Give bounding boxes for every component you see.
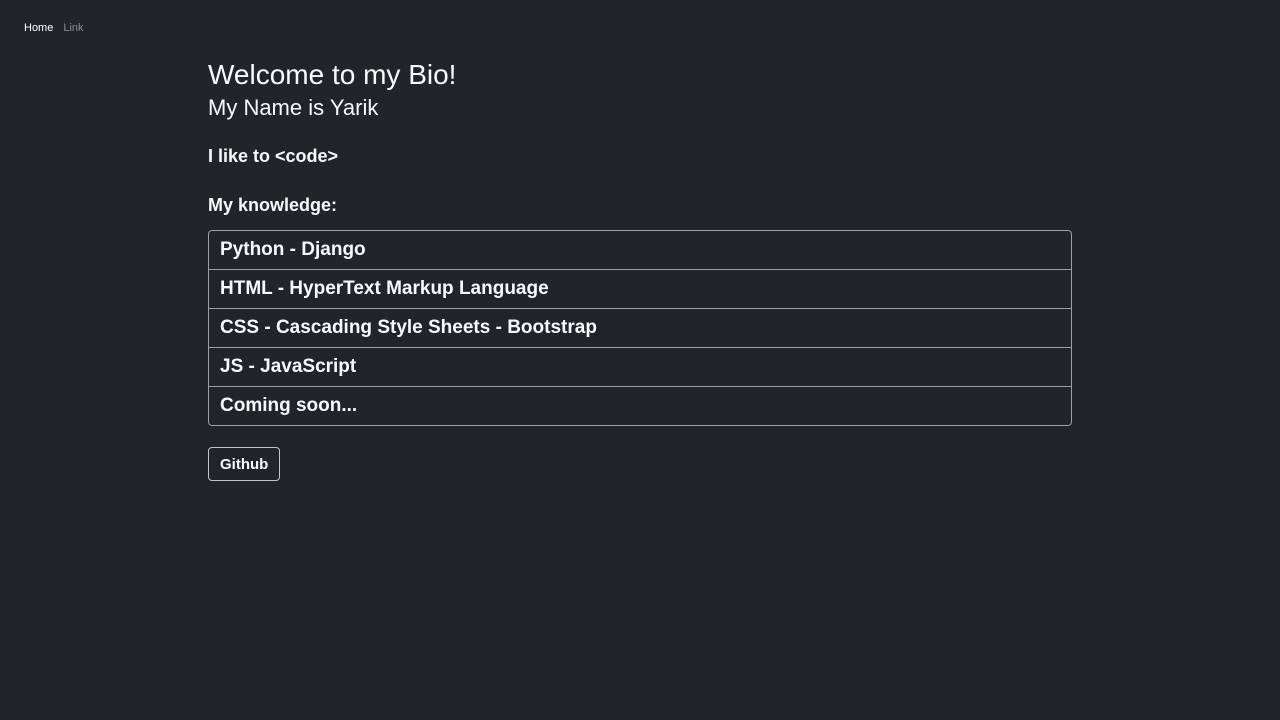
nav-home-link[interactable]: Home [24,22,53,34]
github-button[interactable]: Github [208,447,281,481]
knowledge-item-html: HTML - HyperText Markup Language [209,270,1071,309]
knowledge-item-css: CSS - Cascading Style Sheets - Bootstrap [209,309,1071,348]
knowledge-item-js: JS - JavaScript [209,348,1071,387]
knowledge-heading: My knowledge: [208,195,338,215]
name-subtitle: My Name is Yarik [208,95,379,120]
top-nav: Home Link [24,22,84,34]
bio-container: Welcome to my Bio! My Name is Yarik I li… [208,58,1072,481]
knowledge-item-python: Python - Django [209,231,1071,270]
knowledge-item-coming-soon: Coming soon... [220,395,358,416]
page-title: Welcome to my Bio! [208,59,457,90]
knowledge-list: Python - Django HTML - HyperText Markup … [208,230,1072,426]
likes-text: I like to <code> [208,146,339,166]
nav-link-link[interactable]: Link [63,22,83,34]
